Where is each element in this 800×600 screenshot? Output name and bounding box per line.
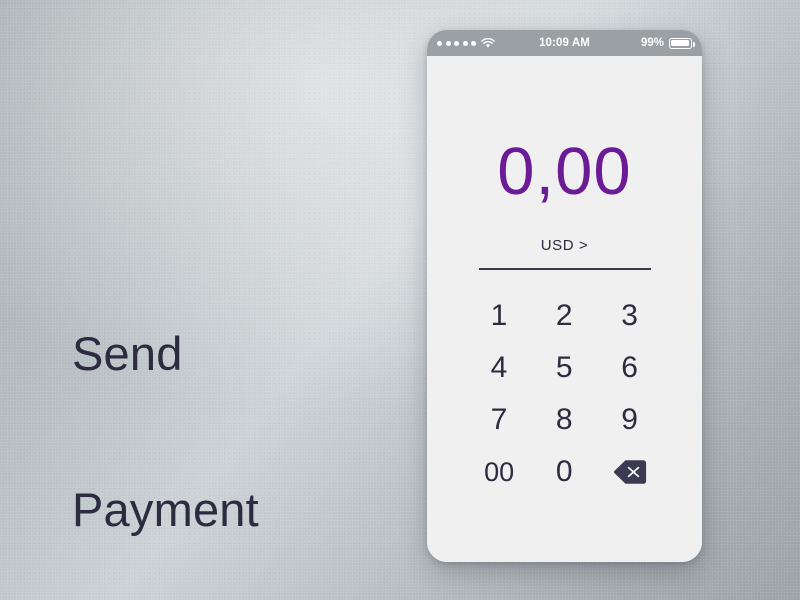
key-4[interactable]: 4 bbox=[467, 342, 532, 394]
key-0[interactable]: 0 bbox=[532, 446, 597, 498]
phone-screen: 0,00 USD > 1 2 3 4 5 6 7 8 9 00 0 bbox=[427, 138, 702, 562]
key-8[interactable]: 8 bbox=[532, 394, 597, 446]
amount-divider bbox=[478, 268, 651, 270]
currency-selector[interactable]: USD > bbox=[427, 237, 702, 254]
status-bar-left bbox=[437, 37, 495, 49]
key-7[interactable]: 7 bbox=[467, 394, 532, 446]
key-9[interactable]: 9 bbox=[597, 394, 662, 446]
amount-display: 0,00 bbox=[497, 134, 632, 209]
battery-percent-label: 99% bbox=[640, 37, 664, 49]
backspace-delete-icon bbox=[613, 460, 646, 484]
keypad-row: 00 0 bbox=[467, 446, 663, 498]
keypad-row: 4 5 6 bbox=[467, 342, 663, 394]
key-1[interactable]: 1 bbox=[467, 290, 532, 342]
signal-strength-dots-icon bbox=[437, 40, 476, 46]
status-bar: 10:09 AM 99% bbox=[427, 30, 702, 56]
keypad-row: 7 8 9 bbox=[467, 394, 663, 446]
app-stage: Send Payment Animation 10:09 AM 99% bbox=[0, 0, 800, 600]
key-3[interactable]: 3 bbox=[597, 290, 662, 342]
page-title: Send Payment Animation bbox=[72, 224, 402, 600]
key-double-zero[interactable]: 00 bbox=[467, 446, 532, 498]
page-title-line-1: Send bbox=[72, 327, 183, 380]
key-5[interactable]: 5 bbox=[532, 342, 597, 394]
keypad-row: 1 2 3 bbox=[467, 290, 663, 342]
wifi-icon bbox=[481, 37, 495, 48]
battery-icon bbox=[669, 37, 695, 49]
phone-mockup: 10:09 AM 99% 0,00 USD > 1 2 3 4 5 6 7 8 … bbox=[427, 30, 702, 562]
battery-fill bbox=[671, 39, 689, 47]
key-2[interactable]: 2 bbox=[532, 290, 597, 342]
key-6[interactable]: 6 bbox=[597, 342, 662, 394]
key-delete[interactable] bbox=[597, 446, 662, 498]
numeric-keypad: 1 2 3 4 5 6 7 8 9 00 0 bbox=[467, 290, 663, 498]
page-title-line-2: Payment bbox=[72, 483, 259, 536]
status-bar-right: 99% bbox=[640, 37, 695, 49]
